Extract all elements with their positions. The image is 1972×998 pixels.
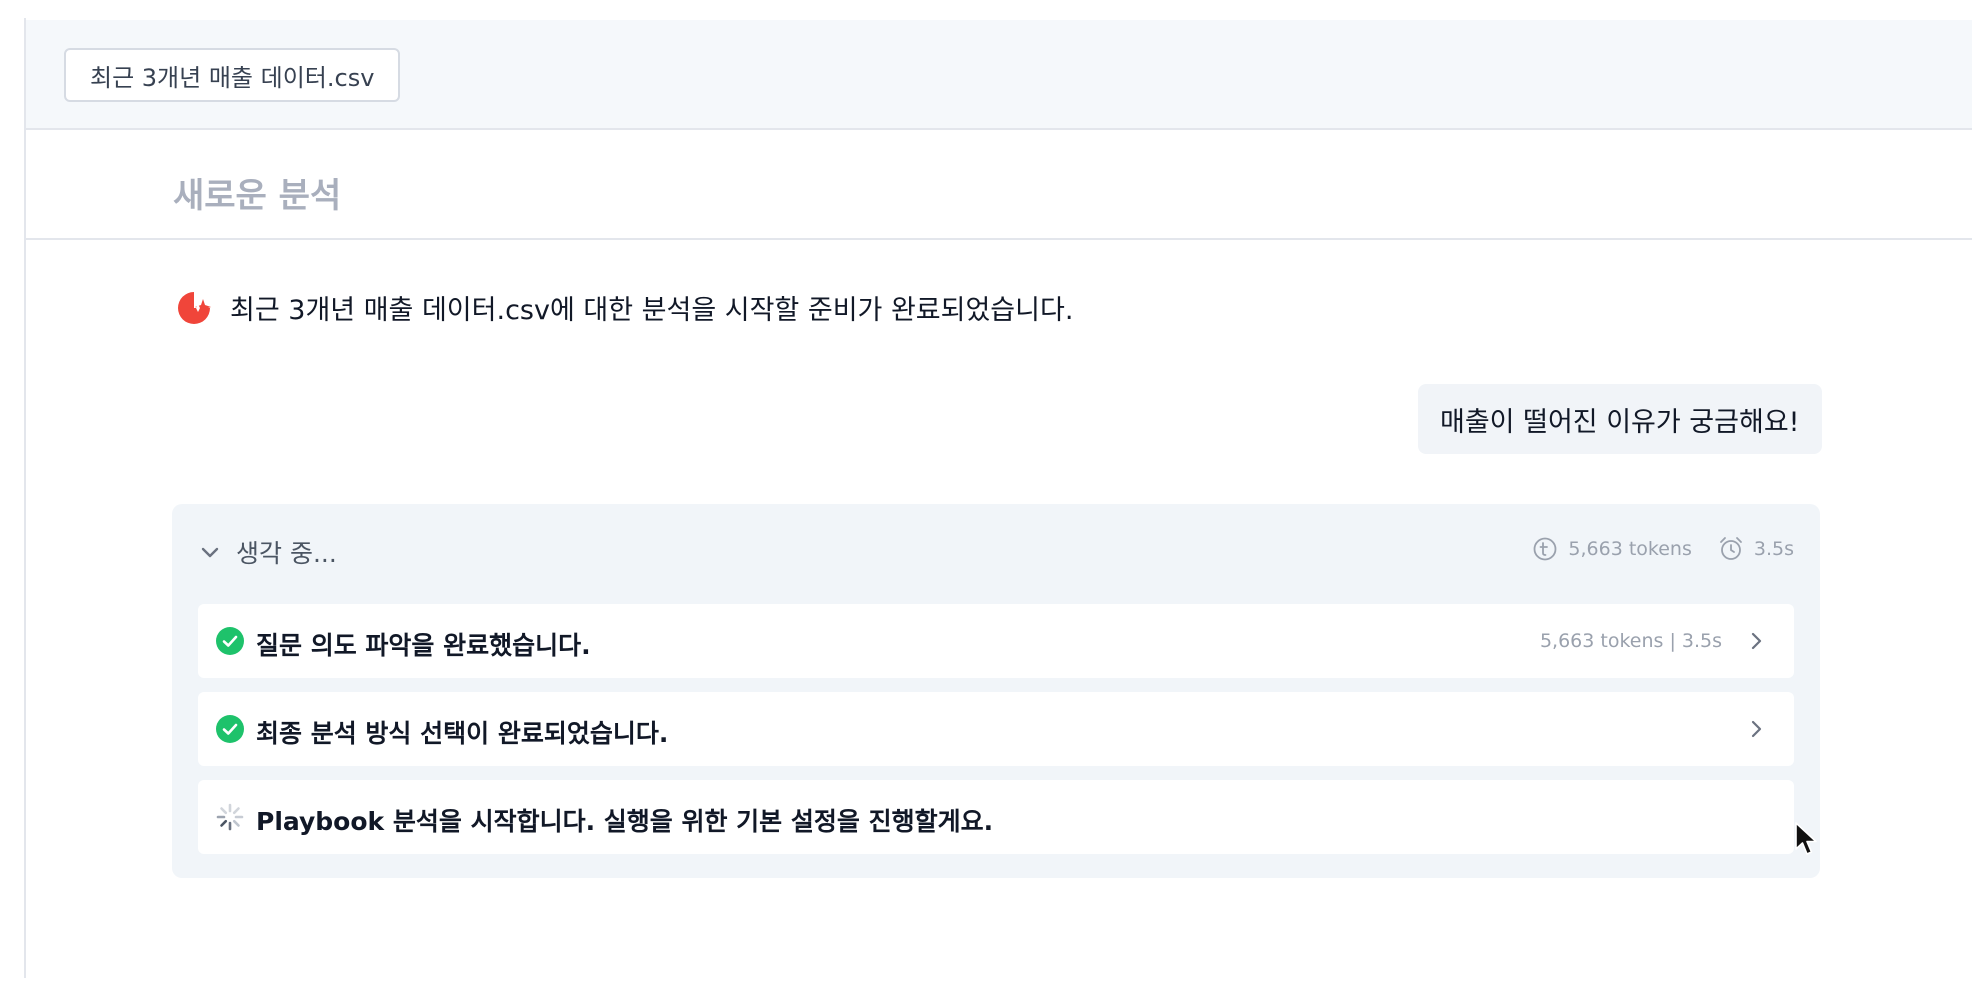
loading-spinner-icon bbox=[216, 803, 244, 831]
mouse-cursor-icon bbox=[1795, 822, 1817, 855]
step-item-method[interactable]: 최종 분석 방식 선택이 완료되었습니다. bbox=[198, 692, 1794, 766]
analysis-panel: 최근 3개년 매출 데이터.csv 새로운 분석 최근 3개년 매출 데이터.c… bbox=[24, 18, 1972, 978]
thinking-panel: 생각 중... 5,663 tokens 3.5s 질문 의도 파악을 완료했습… bbox=[172, 504, 1820, 878]
alarm-clock-icon bbox=[1719, 537, 1742, 560]
thinking-header: 생각 중... 5,663 tokens 3.5s bbox=[172, 504, 1820, 596]
step-meta: 5,663 tokens | 3.5s bbox=[1539, 630, 1722, 652]
token-count: 5,663 tokens bbox=[1568, 538, 1692, 560]
file-name: 최근 3개년 매출 데이터.csv bbox=[90, 63, 375, 92]
assistant-message: 최근 3개년 매출 데이터.csv에 대한 분석을 시작할 준비가 완료되었습니… bbox=[176, 288, 1073, 327]
chevron-right-icon bbox=[1751, 632, 1762, 650]
step-item-intent[interactable]: 질문 의도 파악을 완료했습니다. 5,663 tokens | 3.5s bbox=[198, 604, 1794, 678]
token-icon bbox=[1534, 537, 1557, 561]
step-item-playbook[interactable]: Playbook 분석을 시작합니다. 실행을 위한 기본 설정을 진행할게요. bbox=[198, 780, 1794, 854]
thinking-label: 생각 중... bbox=[236, 539, 337, 568]
assistant-message-text: 최근 3개년 매출 데이터.csv에 대한 분석을 시작할 준비가 완료되었습니… bbox=[230, 295, 1074, 326]
title-area: 새로운 분석 bbox=[26, 130, 1972, 240]
chevron-down-icon bbox=[201, 547, 219, 558]
check-circle-icon bbox=[216, 715, 244, 743]
page-title: 새로운 분석 bbox=[173, 176, 342, 216]
step-text: 최종 분석 방식 선택이 완료되었습니다. bbox=[256, 719, 669, 748]
sparkle-logo-icon bbox=[178, 291, 211, 324]
thinking-toggle[interactable]: 생각 중... bbox=[198, 534, 337, 570]
thinking-meta: 5,663 tokens 3.5s bbox=[1532, 536, 1794, 562]
check-circle-icon bbox=[216, 627, 244, 655]
file-bar: 최근 3개년 매출 데이터.csv bbox=[26, 20, 1972, 130]
duration: 3.5s bbox=[1753, 538, 1794, 560]
file-chip[interactable]: 최근 3개년 매출 데이터.csv bbox=[64, 48, 401, 102]
chevron-right-icon bbox=[1751, 720, 1762, 738]
user-message-bubble: 매출이 떨어진 이유가 궁금해요! bbox=[1418, 384, 1822, 454]
step-text: 질문 의도 파악을 완료했습니다. bbox=[256, 631, 591, 660]
step-text: Playbook 분석을 시작합니다. 실행을 위한 기본 설정을 진행할게요. bbox=[256, 807, 994, 836]
user-message-text: 매출이 떨어진 이유가 궁금해요! bbox=[1440, 406, 1800, 438]
